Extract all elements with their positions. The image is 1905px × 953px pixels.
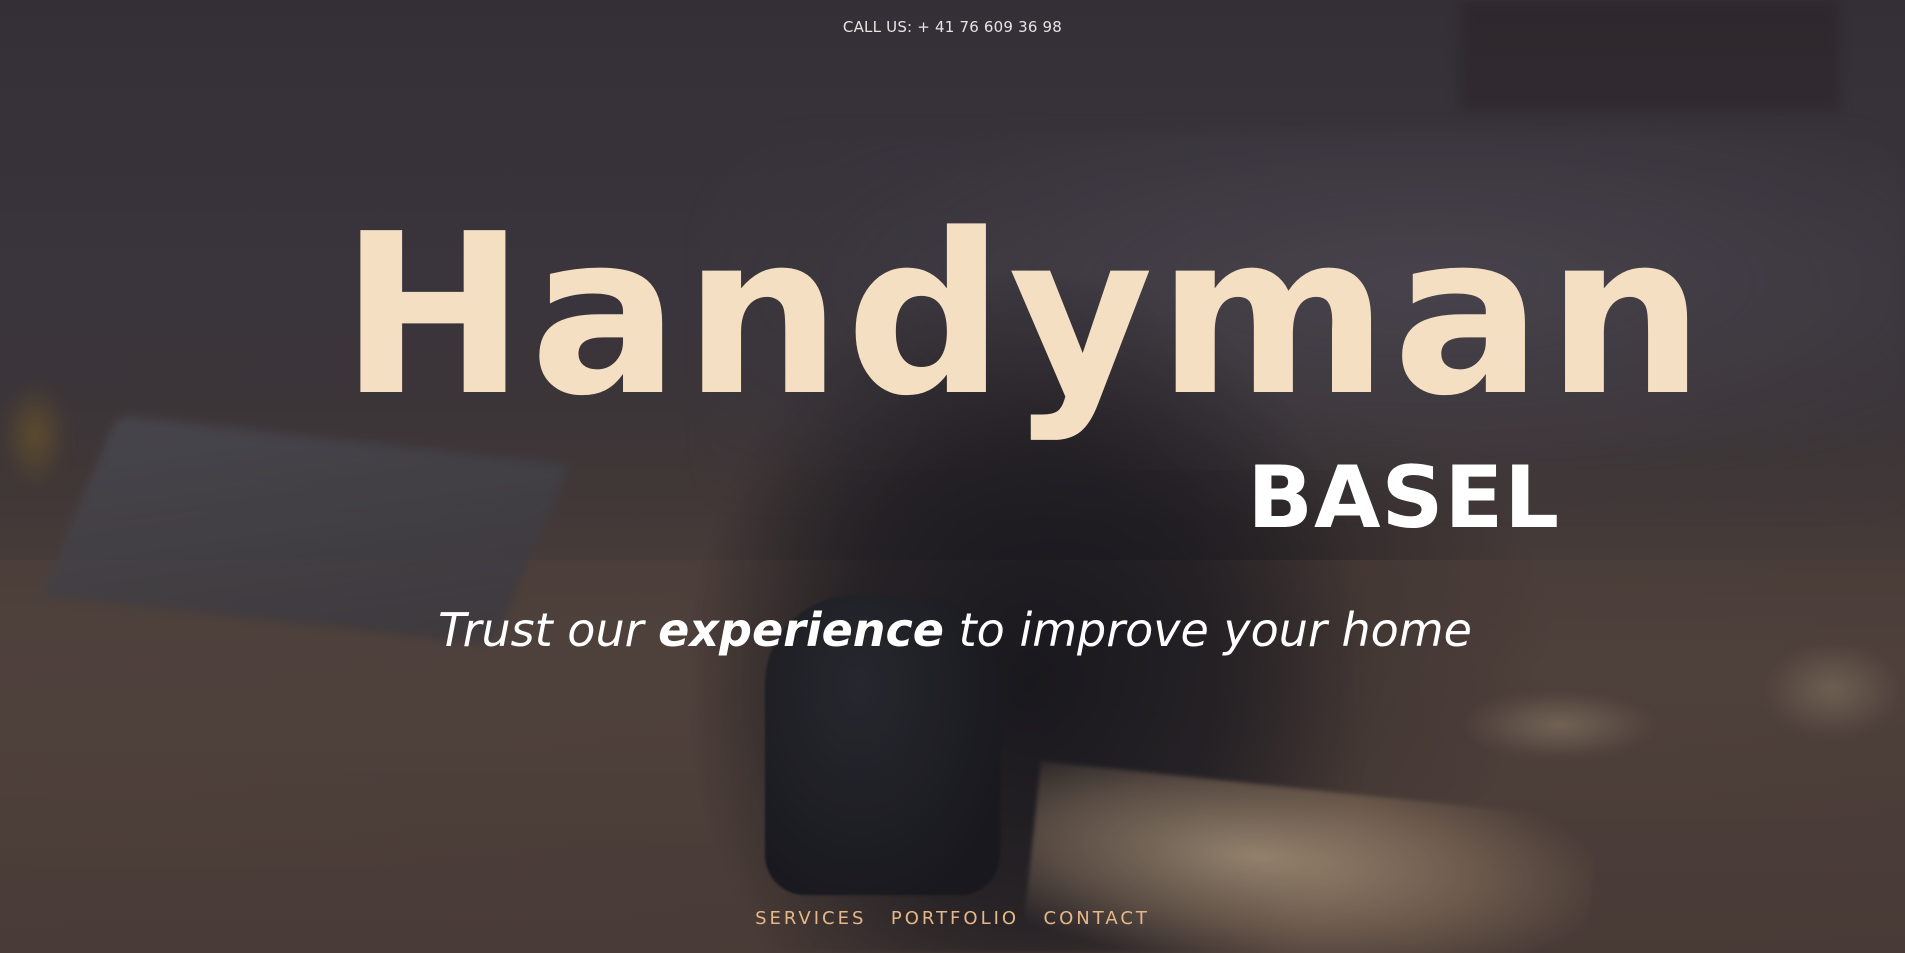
main-navigation: SERVICES PORTFOLIO CONTACT (0, 908, 1905, 929)
call-us-text[interactable]: CALL US: + 41 76 609 36 98 (843, 18, 1062, 36)
nav-link-portfolio[interactable]: PORTFOLIO (891, 908, 1019, 929)
phone-contact: CALL US: + 41 76 609 36 98 (0, 18, 1905, 36)
nav-link-services[interactable]: SERVICES (755, 908, 866, 929)
tagline-before: Trust our (438, 603, 659, 657)
dark-overlay (0, 0, 1905, 953)
nav-link-contact[interactable]: CONTACT (1044, 908, 1150, 929)
hero-section: CALL US: + 41 76 609 36 98 Handyman BASE… (0, 0, 1905, 953)
hero-title: Handyman (340, 187, 1709, 445)
hero-subtitle: BASEL (1247, 448, 1560, 548)
tagline-after: to improve your home (944, 603, 1472, 657)
tagline-emphasis: experience (658, 603, 945, 657)
hero-tagline: Trust our experience to improve your hom… (0, 600, 1905, 660)
